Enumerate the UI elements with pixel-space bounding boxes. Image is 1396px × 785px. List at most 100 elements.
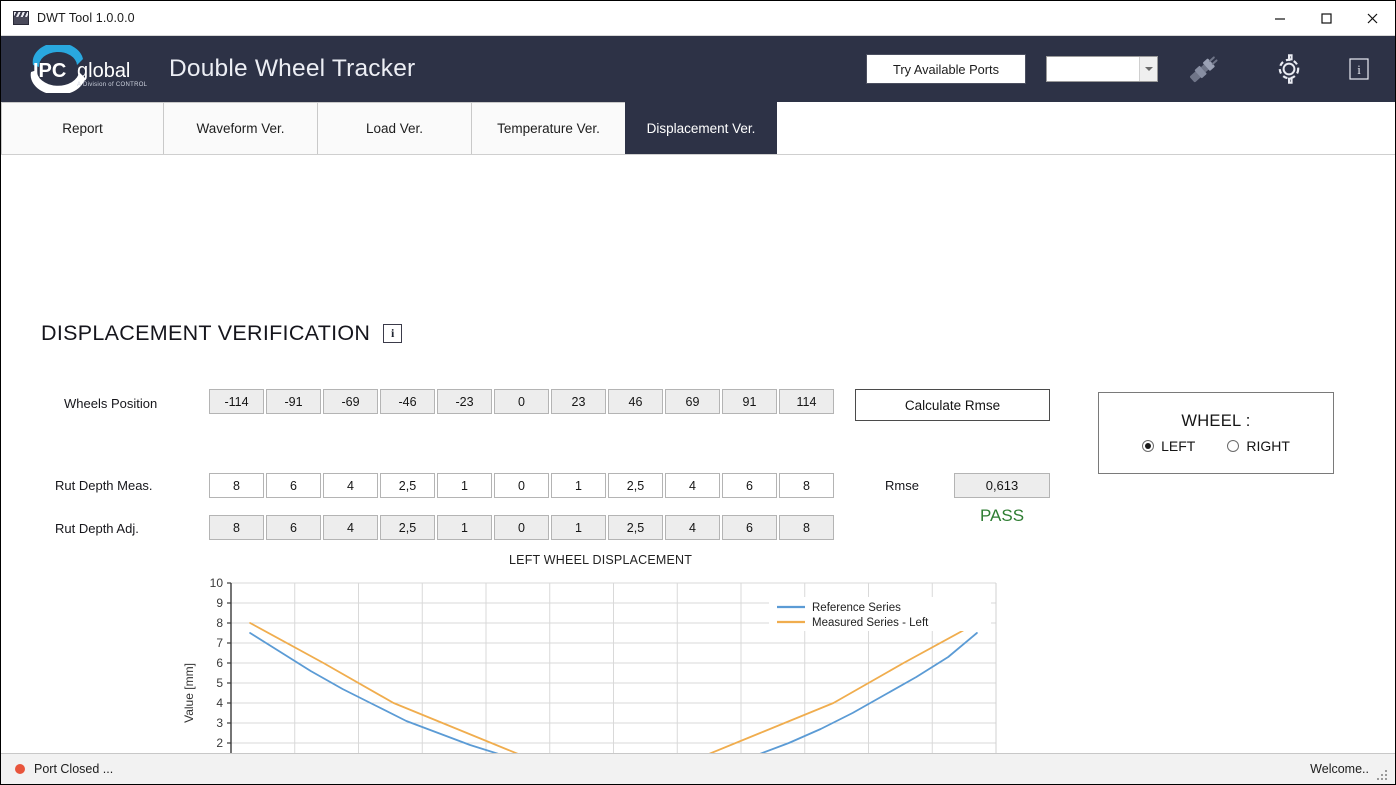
wheel-selector-title: WHEEL : [1181,412,1250,431]
wheels-position-cell[interactable]: 46 [608,389,663,414]
rut-depth-adj-cell[interactable]: 6 [722,515,777,540]
wheels-position-cell[interactable]: -91 [266,389,321,414]
rut-depth-meas-cell[interactable]: 0 [494,473,549,498]
plug-icon[interactable] [1183,49,1225,89]
tab-waveform-ver[interactable]: Waveform Ver. [163,102,318,154]
rut-depth-meas-cell[interactable]: 1 [437,473,492,498]
rut-depth-meas-cell[interactable]: 8 [779,473,834,498]
wheels-position-cell[interactable]: 114 [779,389,834,414]
wheels-position-cell[interactable]: 23 [551,389,606,414]
port-status-indicator [15,764,25,774]
radio-left-icon[interactable] [1142,440,1154,452]
wheel-options: LEFT RIGHT [1142,438,1290,454]
wheels-position-label: Wheels Position [64,396,157,411]
chart-canvas: -1012345678910-120-100-80-60-40-20020406… [179,553,1014,753]
ipc-global-logo: IPC global A Division of CONTROLS [15,45,147,93]
window-title: DWT Tool 1.0.0.0 [37,11,135,25]
page-title: DISPLACEMENT VERIFICATION i [41,321,402,346]
wheels-position-row: -114-91-69-46-23023466991114 [209,389,836,414]
wheels-position-cell[interactable]: 69 [665,389,720,414]
wheels-position-cell[interactable]: 91 [722,389,777,414]
welcome-text: Welcome.. [1310,762,1369,776]
rut-depth-adj-cell[interactable]: 0 [494,515,549,540]
app-header: IPC global A Division of CONTROLS Double… [1,36,1395,102]
svg-text:global: global [77,60,130,82]
maximize-icon[interactable] [1303,2,1349,35]
y-tick-label: 8 [216,616,223,630]
rmse-value: 0,613 [954,473,1050,498]
y-tick-label: 10 [210,576,224,590]
rmse-result-badge: PASS [954,506,1050,526]
rut-depth-meas-row: 8642,51012,5468 [209,473,836,498]
svg-text:i: i [1357,62,1361,77]
wheel-option-right-label: RIGHT [1246,438,1290,454]
y-tick-label: 9 [216,596,223,610]
rut-depth-meas-cell[interactable]: 6 [266,473,321,498]
minimize-icon[interactable] [1257,2,1303,35]
try-available-ports-button[interactable]: Try Available Ports [866,54,1026,84]
rut-depth-meas-cell[interactable]: 6 [722,473,777,498]
wheels-position-cell[interactable]: -23 [437,389,492,414]
tab-bar: Report Waveform Ver. Load Ver. Temperatu… [1,102,1395,155]
y-axis-label: Value [mm] [182,663,196,723]
tab-load-ver[interactable]: Load Ver. [317,102,472,154]
y-tick-label: 7 [216,636,223,650]
rut-depth-meas-cell[interactable]: 4 [323,473,378,498]
wheels-position-cell[interactable]: -46 [380,389,435,414]
wheel-option-right[interactable]: RIGHT [1227,438,1290,454]
app-clapboard-icon [13,11,29,25]
main-content: DISPLACEMENT VERIFICATION i Wheels Posit… [1,155,1395,753]
gear-icon[interactable] [1269,49,1309,89]
rut-depth-meas-cell[interactable]: 8 [209,473,264,498]
wheels-position-cell[interactable]: -114 [209,389,264,414]
app-title: Double Wheel Tracker [169,55,415,83]
rut-depth-adj-cell[interactable]: 2,5 [380,515,435,540]
y-tick-label: 6 [216,656,223,670]
rut-depth-adj-cell[interactable]: 8 [779,515,834,540]
wheel-option-left-label: LEFT [1161,438,1195,454]
wheels-position-cell[interactable]: -69 [323,389,378,414]
port-select-value [1047,57,1139,81]
wheel-option-left[interactable]: LEFT [1142,438,1195,454]
rut-depth-adj-label: Rut Depth Adj. [55,521,139,536]
rut-depth-meas-cell[interactable]: 2,5 [608,473,663,498]
rut-depth-adj-cell[interactable]: 2,5 [608,515,663,540]
rut-depth-adj-row: 8642,51012,5468 [209,515,836,540]
wheels-position-cell[interactable]: 0 [494,389,549,414]
port-status-text: Port Closed ... [34,762,113,776]
info-icon[interactable]: i [1347,56,1371,82]
tab-temperature-ver[interactable]: Temperature Ver. [471,102,626,154]
y-tick-label: 3 [216,716,223,730]
rut-depth-adj-cell[interactable]: 1 [437,515,492,540]
legend-label: Measured Series - Left [812,617,929,629]
rut-depth-meas-cell[interactable]: 2,5 [380,473,435,498]
rmse-label: Rmse [885,478,919,493]
rut-depth-adj-cell[interactable]: 6 [266,515,321,540]
svg-text:A Division of CONTROLS: A Division of CONTROLS [77,82,147,88]
svg-text:IPC: IPC [33,60,66,82]
resize-grip-icon[interactable] [1377,768,1389,780]
header-controls: Try Available Ports [866,36,1395,102]
rut-depth-adj-cell[interactable]: 1 [551,515,606,540]
rut-depth-meas-cell[interactable]: 1 [551,473,606,498]
y-tick-label: 4 [216,696,223,710]
close-icon[interactable] [1349,2,1395,35]
rut-depth-meas-label: Rut Depth Meas. [55,478,153,493]
radio-right-icon[interactable] [1227,440,1239,452]
wheel-selector-panel: WHEEL : LEFT RIGHT [1098,392,1334,474]
page-title-text: DISPLACEMENT VERIFICATION [41,321,370,346]
calculate-rmse-button[interactable]: Calculate Rmse [855,389,1050,421]
rut-depth-adj-cell[interactable]: 8 [209,515,264,540]
tab-displacement-ver[interactable]: Displacement Ver. [625,102,777,154]
rut-depth-meas-cell[interactable]: 4 [665,473,720,498]
page-info-icon[interactable]: i [383,324,402,343]
status-bar: Port Closed ... Welcome.. [1,753,1395,784]
legend-label: Reference Series [812,602,901,614]
rut-depth-adj-cell[interactable]: 4 [323,515,378,540]
rut-depth-adj-cell[interactable]: 4 [665,515,720,540]
y-tick-label: 5 [216,676,223,690]
chevron-down-icon[interactable] [1139,57,1157,81]
tab-report[interactable]: Report [1,102,164,154]
port-select[interactable] [1046,56,1158,82]
title-bar: DWT Tool 1.0.0.0 [1,1,1395,36]
